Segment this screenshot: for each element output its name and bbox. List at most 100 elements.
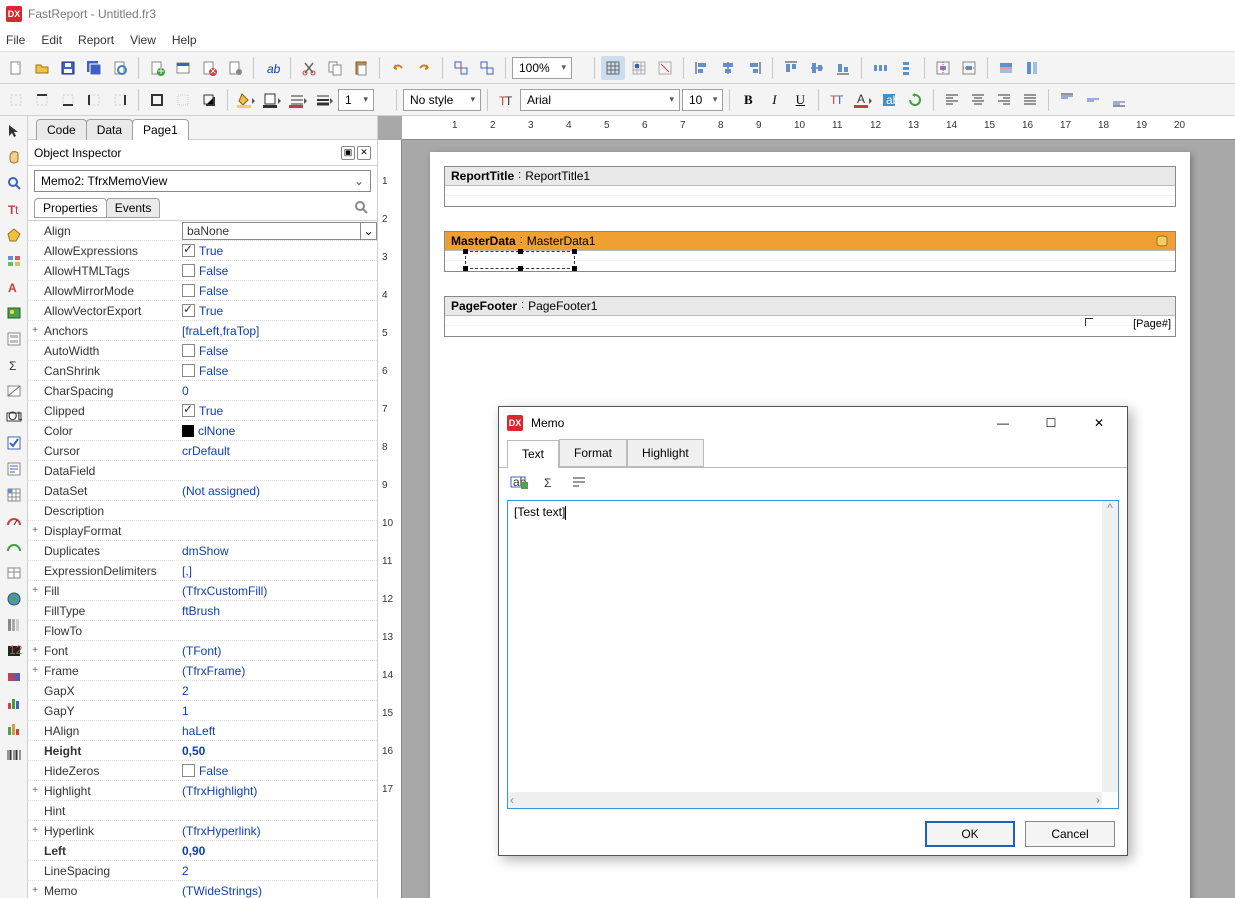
table-tool[interactable] xyxy=(3,562,25,584)
page-number-field[interactable]: [Page#] xyxy=(1133,318,1171,330)
space-h-button[interactable] xyxy=(868,56,892,80)
property-row[interactable]: AlignbaNone⌄ xyxy=(28,221,377,241)
minimize-button[interactable]: ― xyxy=(983,409,1023,437)
map-tool[interactable] xyxy=(3,588,25,610)
hand-tool[interactable] xyxy=(3,146,25,168)
insert-expression-button[interactable]: ab xyxy=(507,470,531,494)
valign-middle-button[interactable] xyxy=(1081,88,1105,112)
property-row[interactable]: CharSpacing0 xyxy=(28,381,377,401)
halign-center-button[interactable] xyxy=(966,88,990,112)
band-report-title[interactable]: ReportTitle: ReportTitle1 xyxy=(444,166,1176,207)
menu-view[interactable]: View xyxy=(130,33,156,47)
line-width-button[interactable] xyxy=(312,88,336,112)
valign-bottom-button[interactable] xyxy=(1107,88,1131,112)
new-page-button[interactable]: + xyxy=(145,56,169,80)
font-color-button[interactable]: A xyxy=(851,88,875,112)
undo-button[interactable] xyxy=(386,56,410,80)
maximize-button[interactable]: ☐ xyxy=(1031,409,1071,437)
valign-top-button[interactable] xyxy=(1055,88,1079,112)
align-left-button[interactable] xyxy=(690,56,714,80)
italic-button[interactable]: I xyxy=(762,88,786,112)
tab-code[interactable]: Code xyxy=(36,119,87,140)
align-right-button[interactable] xyxy=(742,56,766,80)
property-row[interactable]: +Font(TFont) xyxy=(28,641,377,661)
insert-aggregate-button[interactable]: Σ xyxy=(537,470,561,494)
frame-none2-button[interactable] xyxy=(171,88,195,112)
property-row[interactable]: CursorcrDefault xyxy=(28,441,377,461)
zoom-tool[interactable] xyxy=(3,172,25,194)
property-row[interactable]: +Highlight(TfrxHighlight) xyxy=(28,781,377,801)
frame-top-button[interactable] xyxy=(30,88,54,112)
frame-none-button[interactable] xyxy=(4,88,28,112)
richtext-tool[interactable] xyxy=(3,458,25,480)
gradient-tool[interactable] xyxy=(3,666,25,688)
property-row[interactable]: HideZerosFalse xyxy=(28,761,377,781)
tab-properties[interactable]: Properties xyxy=(34,198,107,218)
property-row[interactable]: AllowExpressionsTrue xyxy=(28,241,377,261)
frame-shadow-button[interactable] xyxy=(197,88,221,112)
fontsize-select[interactable]: 10 xyxy=(682,89,723,111)
inspector-pin-button[interactable]: ▣ xyxy=(341,146,355,160)
halign-justify-button[interactable] xyxy=(1018,88,1042,112)
copy-button[interactable] xyxy=(323,56,347,80)
preview-button[interactable] xyxy=(108,56,132,80)
barchart-tool[interactable] xyxy=(3,692,25,714)
menu-report[interactable]: Report xyxy=(78,33,114,47)
band-page-footer[interactable]: PageFooter: PageFooter1 [Page#] xyxy=(444,296,1176,337)
object-selector[interactable]: Memo2: TfrxMemoView xyxy=(34,170,371,192)
property-row[interactable]: +DisplayFormat xyxy=(28,521,377,541)
center-v-band-button[interactable] xyxy=(957,56,981,80)
ok-button[interactable]: OK xyxy=(925,821,1015,847)
tab-page1[interactable]: Page1 xyxy=(132,119,189,140)
save-button[interactable] xyxy=(56,56,80,80)
property-row[interactable]: CanShrinkFalse xyxy=(28,361,377,381)
frame-all-button[interactable] xyxy=(145,88,169,112)
sum-tool[interactable]: Σ xyxy=(3,354,25,376)
band-master-data[interactable]: MasterData: MasterData1 xyxy=(444,231,1176,272)
property-row[interactable]: AutoWidthFalse xyxy=(28,341,377,361)
ole-tool[interactable]: OLE xyxy=(3,406,25,428)
scrollbar-horizontal[interactable]: ‹› xyxy=(508,792,1102,808)
property-row[interactable]: +Memo(TWideStrings) xyxy=(28,881,377,898)
menu-help[interactable]: Help xyxy=(172,33,197,47)
property-row[interactable]: GapY1 xyxy=(28,701,377,721)
new-button[interactable] xyxy=(4,56,28,80)
memo-editor[interactable]: [Test text] ^ ‹› xyxy=(507,500,1119,809)
property-row[interactable]: DuplicatesdmShow xyxy=(28,541,377,561)
property-grid[interactable]: AlignbaNone⌄AllowExpressionsTrueAllowHTM… xyxy=(28,220,377,898)
snap-grid-button[interactable] xyxy=(627,56,651,80)
close-button[interactable]: ✕ xyxy=(1079,409,1119,437)
paste-button[interactable] xyxy=(349,56,373,80)
property-row[interactable]: ClippedTrue xyxy=(28,401,377,421)
font-select[interactable]: Arial xyxy=(520,89,680,111)
memo-tool[interactable]: A xyxy=(3,276,25,298)
property-row[interactable]: +Fill(TfrxCustomFill) xyxy=(28,581,377,601)
variables-button[interactable]: ab xyxy=(260,56,284,80)
property-row[interactable]: GapX2 xyxy=(28,681,377,701)
property-row[interactable]: +Frame(TfrxFrame) xyxy=(28,661,377,681)
memo-object[interactable] xyxy=(465,251,575,269)
barcode-tool[interactable] xyxy=(3,744,25,766)
property-row[interactable]: +Anchors[fraLeft,fraTop] xyxy=(28,321,377,341)
gauge-tool[interactable] xyxy=(3,510,25,532)
tab-data[interactable]: Data xyxy=(86,119,133,140)
property-row[interactable]: FlowTo xyxy=(28,621,377,641)
line-style-button[interactable] xyxy=(286,88,310,112)
line-color-button[interactable] xyxy=(260,88,284,112)
text-tool[interactable]: Tt xyxy=(3,198,25,220)
property-row[interactable]: Description xyxy=(28,501,377,521)
zoom-select[interactable]: 100% xyxy=(512,57,572,79)
line-width-spin[interactable]: 1 xyxy=(338,89,374,111)
property-row[interactable]: Left0,90 xyxy=(28,841,377,861)
delete-page-button[interactable]: × xyxy=(197,56,221,80)
frame-right-button[interactable] xyxy=(108,88,132,112)
sparkline-tool[interactable] xyxy=(3,718,25,740)
align-bottom-button[interactable] xyxy=(831,56,855,80)
cancel-button[interactable]: Cancel xyxy=(1025,821,1115,847)
save-all-button[interactable] xyxy=(82,56,106,80)
property-row[interactable]: ExpressionDelimiters[,] xyxy=(28,561,377,581)
property-row[interactable]: ColorclNone xyxy=(28,421,377,441)
redo-button[interactable] xyxy=(412,56,436,80)
property-row[interactable]: FillTypeftBrush xyxy=(28,601,377,621)
property-row[interactable]: LineSpacing2 xyxy=(28,861,377,881)
